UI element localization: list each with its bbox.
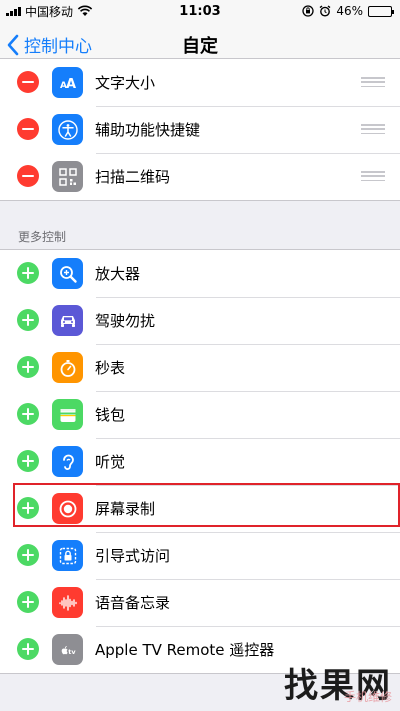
control-label: 语音备忘录 [95,594,171,612]
control-row-magnifier: 放大器 [0,250,400,297]
voice-memo-icon [52,587,83,618]
magnifier-icon [52,258,83,289]
add-button[interactable] [17,497,39,519]
more-controls-list: 放大器 驾驶勿扰 秒表 钱包 听觉 屏幕录制 引导式访问 语音备忘录 tv Ap… [0,249,400,674]
control-row-text-size: AA 文字大小 [0,59,400,106]
status-bar: 中国移动 11:03 46% [0,0,400,22]
control-row-stopwatch: 秒表 [0,344,400,391]
add-button[interactable] [17,450,39,472]
control-label: 驾驶勿扰 [95,312,156,330]
add-button[interactable] [17,544,39,566]
control-row-guided-access: 引导式访问 [0,532,400,579]
control-row-qr-scanner: 扫描二维码 [0,153,400,200]
control-row-wallet: 钱包 [0,391,400,438]
chevron-left-icon [7,34,19,55]
ear-icon [52,446,83,477]
add-button[interactable] [17,591,39,613]
add-button[interactable] [17,309,39,331]
add-button[interactable] [17,356,39,378]
svg-text:tv: tv [68,648,76,656]
remove-button[interactable] [17,71,39,93]
svg-text:A: A [66,77,76,92]
stopwatch-icon [52,352,83,383]
remove-button[interactable] [17,118,39,140]
reorder-handle[interactable] [361,77,385,87]
apple-tv-icon: tv [52,634,83,665]
control-label: 屏幕录制 [95,500,156,518]
qr-code-icon [52,161,83,192]
control-label: 放大器 [95,265,141,283]
control-label: 钱包 [95,406,126,424]
control-label: 文字大小 [95,74,156,92]
add-button[interactable] [17,403,39,425]
remove-button[interactable] [17,165,39,187]
control-label: 辅助功能快捷键 [95,121,201,139]
battery-icon [368,5,394,17]
control-row-screen-recording: 屏幕录制 [0,485,400,532]
control-label: 秒表 [95,359,126,377]
control-label: Apple TV Remote 遥控器 [95,641,275,659]
control-label: 引导式访问 [95,547,171,565]
status-right: 46% [302,4,394,18]
battery-percent: 46% [336,4,363,18]
watermark-sub: 手机维修 [343,690,392,704]
control-row-do-not-disturb-driving: 驾驶勿扰 [0,297,400,344]
rotation-lock-icon [302,5,314,17]
back-label: 控制中心 [24,37,92,57]
control-label: 听觉 [95,453,126,471]
included-controls-list: AA 文字大小 辅助功能快捷键 扫描二维码 [0,58,400,201]
back-button[interactable]: 控制中心 [6,32,92,57]
add-button[interactable] [17,638,39,660]
control-row-voice-memos: 语音备忘录 [0,579,400,626]
alarm-icon [319,5,331,17]
control-label: 扫描二维码 [95,168,171,186]
screen-record-icon [52,493,83,524]
reorder-handle[interactable] [361,171,385,181]
add-button[interactable] [17,262,39,284]
reorder-handle[interactable] [361,124,385,134]
guided-access-icon [52,540,83,571]
control-row-hearing: 听觉 [0,438,400,485]
control-row-accessibility-shortcut: 辅助功能快捷键 [0,106,400,153]
text-size-icon: AA [52,67,83,98]
accessibility-icon [52,114,83,145]
car-icon [52,305,83,336]
section-header-more-controls: 更多控制 [18,230,67,244]
wallet-icon [52,399,83,430]
watermark: 找果网 手机维修 [284,658,392,707]
